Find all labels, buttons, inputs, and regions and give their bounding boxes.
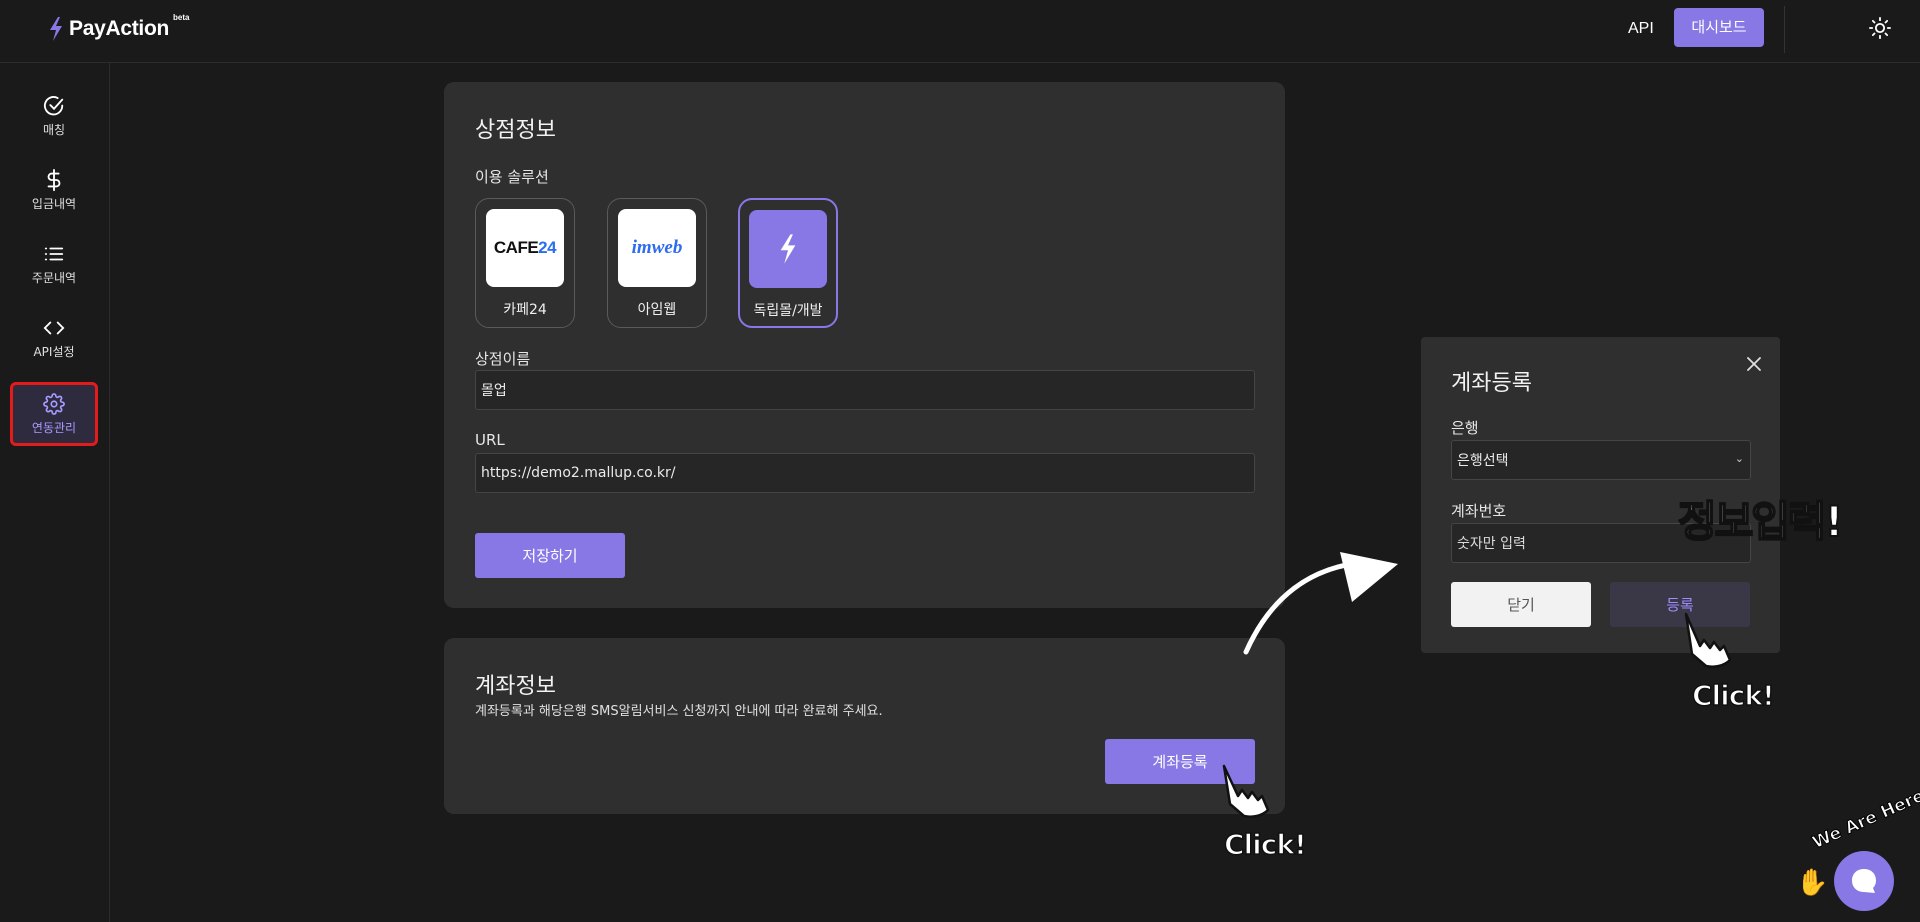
dashboard-button[interactable]: 대시보드 — [1674, 8, 1764, 47]
header-divider — [1784, 6, 1785, 53]
arrow-annotation — [1243, 552, 1398, 655]
sun-icon[interactable] — [1869, 17, 1891, 39]
pointer-hand-icon — [1684, 612, 1732, 668]
modal-title: 계좌등록 — [1451, 371, 1532, 396]
sidebar-item-label: API설정 — [33, 344, 75, 359]
account-description: 계좌등록과 해당은행 SMS알림서비스 신청까지 안내에 따라 완료해 주세요. — [475, 704, 883, 719]
solution-option-imweb[interactable]: imweb 아임웹 — [607, 198, 707, 328]
cafe24-logo: CAFE24 — [486, 209, 564, 287]
logo-text: PayAction — [69, 17, 169, 40]
imweb-logo: imweb — [618, 209, 696, 287]
list-icon — [44, 247, 64, 260]
chevron-down-icon: ⌄ — [1734, 452, 1744, 465]
solution-option-custom[interactable]: 독립몰/개발 — [738, 198, 838, 328]
sidebar-item-label: 입금내역 — [31, 196, 77, 211]
url-label: URL — [475, 431, 505, 449]
chat-button[interactable] — [1834, 851, 1894, 911]
click-annotation: Click! — [1223, 827, 1307, 862]
close-icon[interactable] — [1744, 354, 1764, 374]
sidebar-item-api-settings[interactable]: API설정 — [10, 306, 98, 370]
card-title: 계좌정보 — [475, 674, 556, 699]
sidebar: 매칭 입금내역 주문내역 API설정 연동관리 — [0, 63, 110, 922]
gear-icon — [43, 392, 65, 415]
sidebar-item-deposits[interactable]: 입금내역 — [10, 158, 98, 222]
account-info-card: 계좌정보 계좌등록과 해당은행 SMS알림서비스 신청까지 안내에 따라 완료해… — [444, 638, 1285, 814]
sidebar-item-integration[interactable]: 연동관리 — [10, 382, 98, 446]
top-bar: PayAction beta API 대시보드 — [0, 0, 1920, 63]
bank-select-value: 은행선택 — [1457, 453, 1509, 469]
bank-label: 은행 — [1451, 419, 1479, 437]
custom-logo — [749, 210, 827, 288]
card-title: 상점정보 — [475, 118, 556, 143]
sidebar-item-orders[interactable]: 주문내역 — [10, 232, 98, 296]
store-name-input[interactable]: 몰업 — [475, 370, 1255, 410]
info-input-annotation: 정보입력! — [1677, 496, 1845, 547]
chat-banner: We Are Here! — [1809, 782, 1920, 854]
bolt-icon — [780, 234, 796, 264]
save-button[interactable]: 저장하기 — [475, 533, 625, 578]
modal-close-button[interactable]: 닫기 — [1451, 582, 1591, 627]
account-number-label: 계좌번호 — [1451, 502, 1507, 520]
solution-label: 카페24 — [503, 302, 547, 318]
code-icon — [43, 321, 65, 334]
beta-badge: beta — [173, 13, 190, 22]
solution-label: 아임웹 — [637, 302, 677, 318]
store-info-card: 상점정보 이용 솔루션 CAFE24 카페24 imweb 아임웹 독립몰/개발… — [444, 82, 1285, 608]
api-link[interactable]: API — [1628, 17, 1654, 41]
solution-option-cafe24[interactable]: CAFE24 카페24 — [475, 198, 575, 328]
sidebar-item-label: 주문내역 — [31, 270, 77, 285]
solution-label: 독립몰/개발 — [753, 303, 823, 319]
wave-hand-icon: ✋ — [1796, 868, 1829, 898]
check-circle-icon — [43, 95, 64, 115]
url-input[interactable]: https://demo2.mallup.co.kr/ — [475, 453, 1255, 493]
click-annotation: Click! — [1691, 678, 1775, 713]
sidebar-item-label: 매칭 — [42, 122, 66, 137]
dollar-icon — [47, 168, 61, 191]
sidebar-item-matching[interactable]: 매칭 — [10, 84, 98, 148]
sidebar-item-label: 연동관리 — [31, 420, 77, 435]
bank-select[interactable]: 은행선택 ⌄ — [1451, 440, 1751, 480]
store-name-label: 상점이름 — [475, 350, 531, 368]
bolt-icon — [50, 17, 62, 41]
chat-bubble-icon — [1852, 869, 1876, 893]
pointer-hand-icon — [1222, 764, 1270, 818]
solutions-label: 이용 솔루션 — [475, 168, 549, 186]
logo[interactable]: PayAction — [47, 13, 169, 45]
